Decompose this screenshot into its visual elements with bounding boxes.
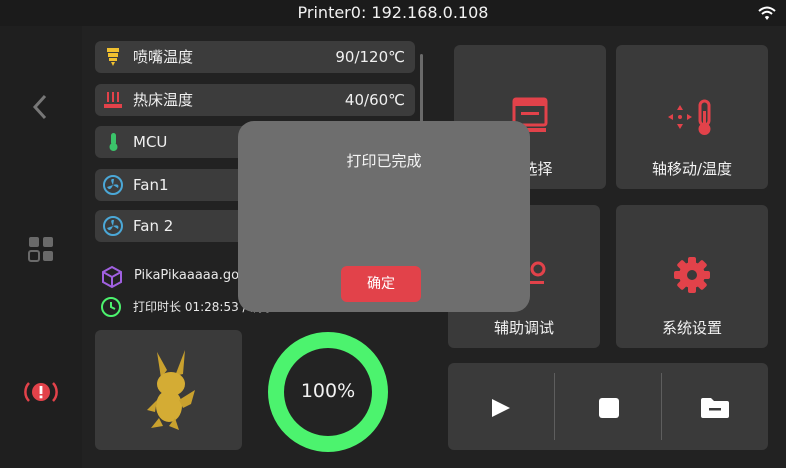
nozzle-icon [107, 48, 119, 66]
wifi-icon [758, 6, 776, 20]
tile-axis-move-temp[interactable]: 轴移动/温度 [616, 45, 768, 189]
confirm-button[interactable]: 确定 [341, 266, 421, 302]
stat-label: 喷嘴温度 [133, 48, 194, 66]
print-control-bar [448, 363, 768, 450]
divider [661, 373, 662, 440]
stat-label: MCU [133, 133, 168, 151]
tile-label: 系统设置 [661, 319, 722, 337]
tile-system-settings[interactable]: 系统设置 [616, 205, 768, 348]
dialog-message: 打印已完成 [346, 152, 422, 170]
emergency-stop-icon[interactable] [24, 379, 58, 405]
tile-label: 辅助调试 [493, 319, 554, 337]
model-cube-icon [102, 265, 122, 289]
fan-icon [103, 175, 123, 195]
play-button[interactable] [490, 397, 512, 419]
nozzle-temp-row[interactable]: 喷嘴温度 90/120℃ [95, 41, 415, 73]
divider [554, 373, 555, 440]
stat-value: 40/60℃ [344, 91, 405, 109]
stat-label: 热床温度 [133, 91, 194, 109]
folder-button[interactable] [700, 397, 730, 419]
back-arrow-icon[interactable] [30, 93, 50, 121]
thermometer-icon [109, 133, 118, 151]
progress-text: 100% [300, 380, 356, 402]
stat-value: 90/120℃ [335, 48, 405, 66]
grid-menu-icon[interactable] [28, 236, 54, 262]
file-name: PikaPikaaaaa.go [134, 268, 240, 283]
clock-icon [101, 297, 121, 317]
stat-label: Fan1 [133, 176, 169, 194]
bed-temp-row[interactable]: 热床温度 40/60℃ [95, 84, 415, 116]
stop-button[interactable] [598, 397, 620, 419]
heated-bed-icon [104, 92, 122, 108]
stat-label: Fan 2 [133, 217, 174, 235]
printer-title: Printer0: 192.168.0.108 [297, 3, 489, 22]
axis-temperature-icon [668, 99, 711, 135]
pikachu-model-image [147, 350, 195, 430]
model-thumbnail [95, 330, 242, 450]
fan-icon [103, 216, 123, 236]
tile-label: 轴移动/温度 [651, 160, 733, 178]
gear-icon [674, 257, 710, 293]
